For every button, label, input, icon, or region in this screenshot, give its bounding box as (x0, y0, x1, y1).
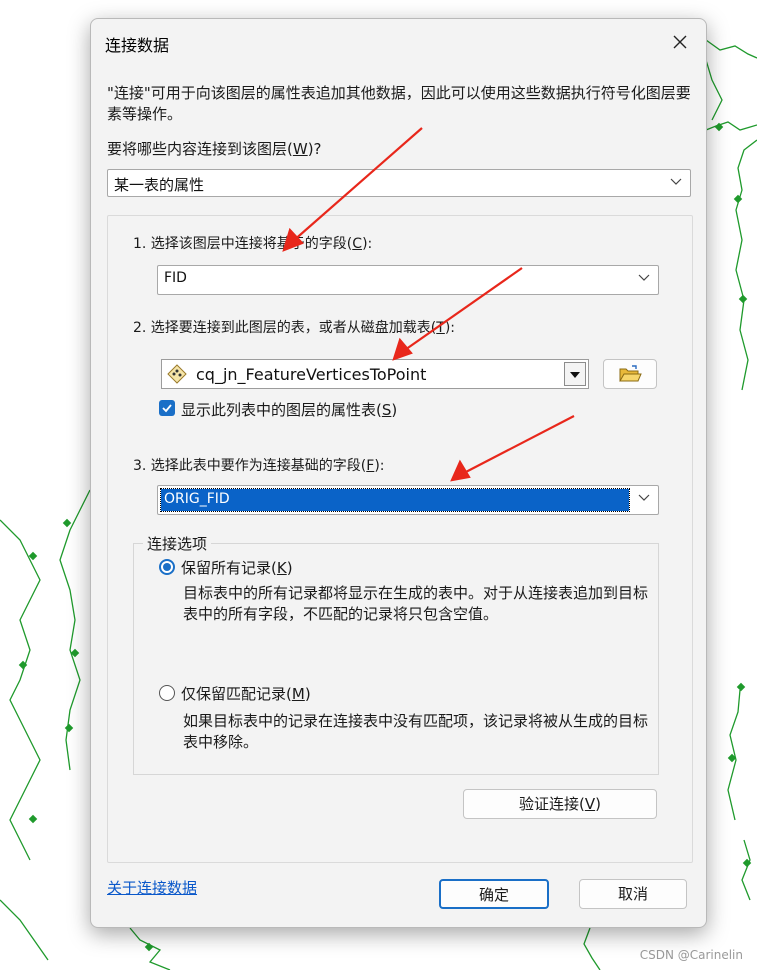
join-type-dropdown[interactable]: 某一表的属性 (107, 169, 691, 197)
ok-button[interactable]: 确定 (439, 879, 549, 909)
join-what-label: 要将哪些内容连接到该图层(W)? (107, 140, 322, 158)
keep-all-description: 目标表中的所有记录都将显示在生成的表中。对于从连接表追加到目标表中的所有字段，不… (183, 584, 649, 623)
join-field-dropdown[interactable]: ORIG_FID (157, 485, 659, 515)
keep-all-label: 保留所有记录(K) (181, 559, 293, 577)
close-button[interactable] (664, 27, 696, 57)
step1-label: 1. 选择该图层中连接将基于的字段(C): (133, 236, 373, 252)
checkmark-icon (162, 404, 172, 413)
join-table-dropdown[interactable]: cq_jn_FeatureVerticesToPoint (161, 359, 589, 389)
chevron-down-icon (638, 494, 650, 501)
cancel-button[interactable]: 取消 (579, 879, 687, 909)
keep-all-radio[interactable] (159, 559, 175, 575)
keep-matching-radio[interactable] (159, 685, 175, 701)
join-options-legend: 连接选项 (143, 533, 212, 554)
validate-join-button[interactable]: 验证连接(V) (463, 789, 657, 819)
feature-layer-icon (167, 364, 187, 384)
watermark: CSDN @Carinelin (639, 948, 743, 962)
show-layer-tables-checkbox[interactable] (159, 400, 175, 416)
browse-table-button[interactable] (603, 359, 657, 389)
open-folder-icon (619, 365, 642, 382)
join-data-dialog: 连接数据 "连接"可用于向该图层的属性表追加其他数据，因此可以使用这些数据执行符… (90, 18, 707, 928)
dialog-description: "连接"可用于向该图层的属性表追加其他数据，因此可以使用这些数据执行符号化图层要… (107, 84, 691, 123)
keep-matching-description: 如果目标表中的记录在连接表中没有匹配项，该记录将被从生成的目标表中移除。 (183, 712, 649, 751)
keep-matching-label: 仅保留匹配记录(M) (181, 685, 311, 703)
step2-label: 2. 选择要连接到此图层的表，或者从磁盘加载表(T): (133, 320, 456, 336)
about-joining-link[interactable]: 关于连接数据 (107, 877, 197, 898)
step3-label: 3. 选择此表中要作为连接基础的字段(F): (133, 458, 385, 474)
dropdown-arrow-button[interactable] (564, 362, 586, 386)
selected-field-highlight: ORIG_FID (160, 488, 630, 512)
title-bar: 连接数据 (91, 19, 706, 65)
dialog-title: 连接数据 (105, 36, 170, 55)
chevron-down-icon (638, 274, 650, 281)
chevron-down-icon (670, 178, 682, 185)
layer-field-dropdown[interactable]: FID (157, 265, 659, 295)
show-layer-tables-label: 显示此列表中的图层的属性表(S) (181, 401, 398, 419)
close-icon (673, 35, 687, 49)
triangle-down-icon (570, 372, 580, 378)
